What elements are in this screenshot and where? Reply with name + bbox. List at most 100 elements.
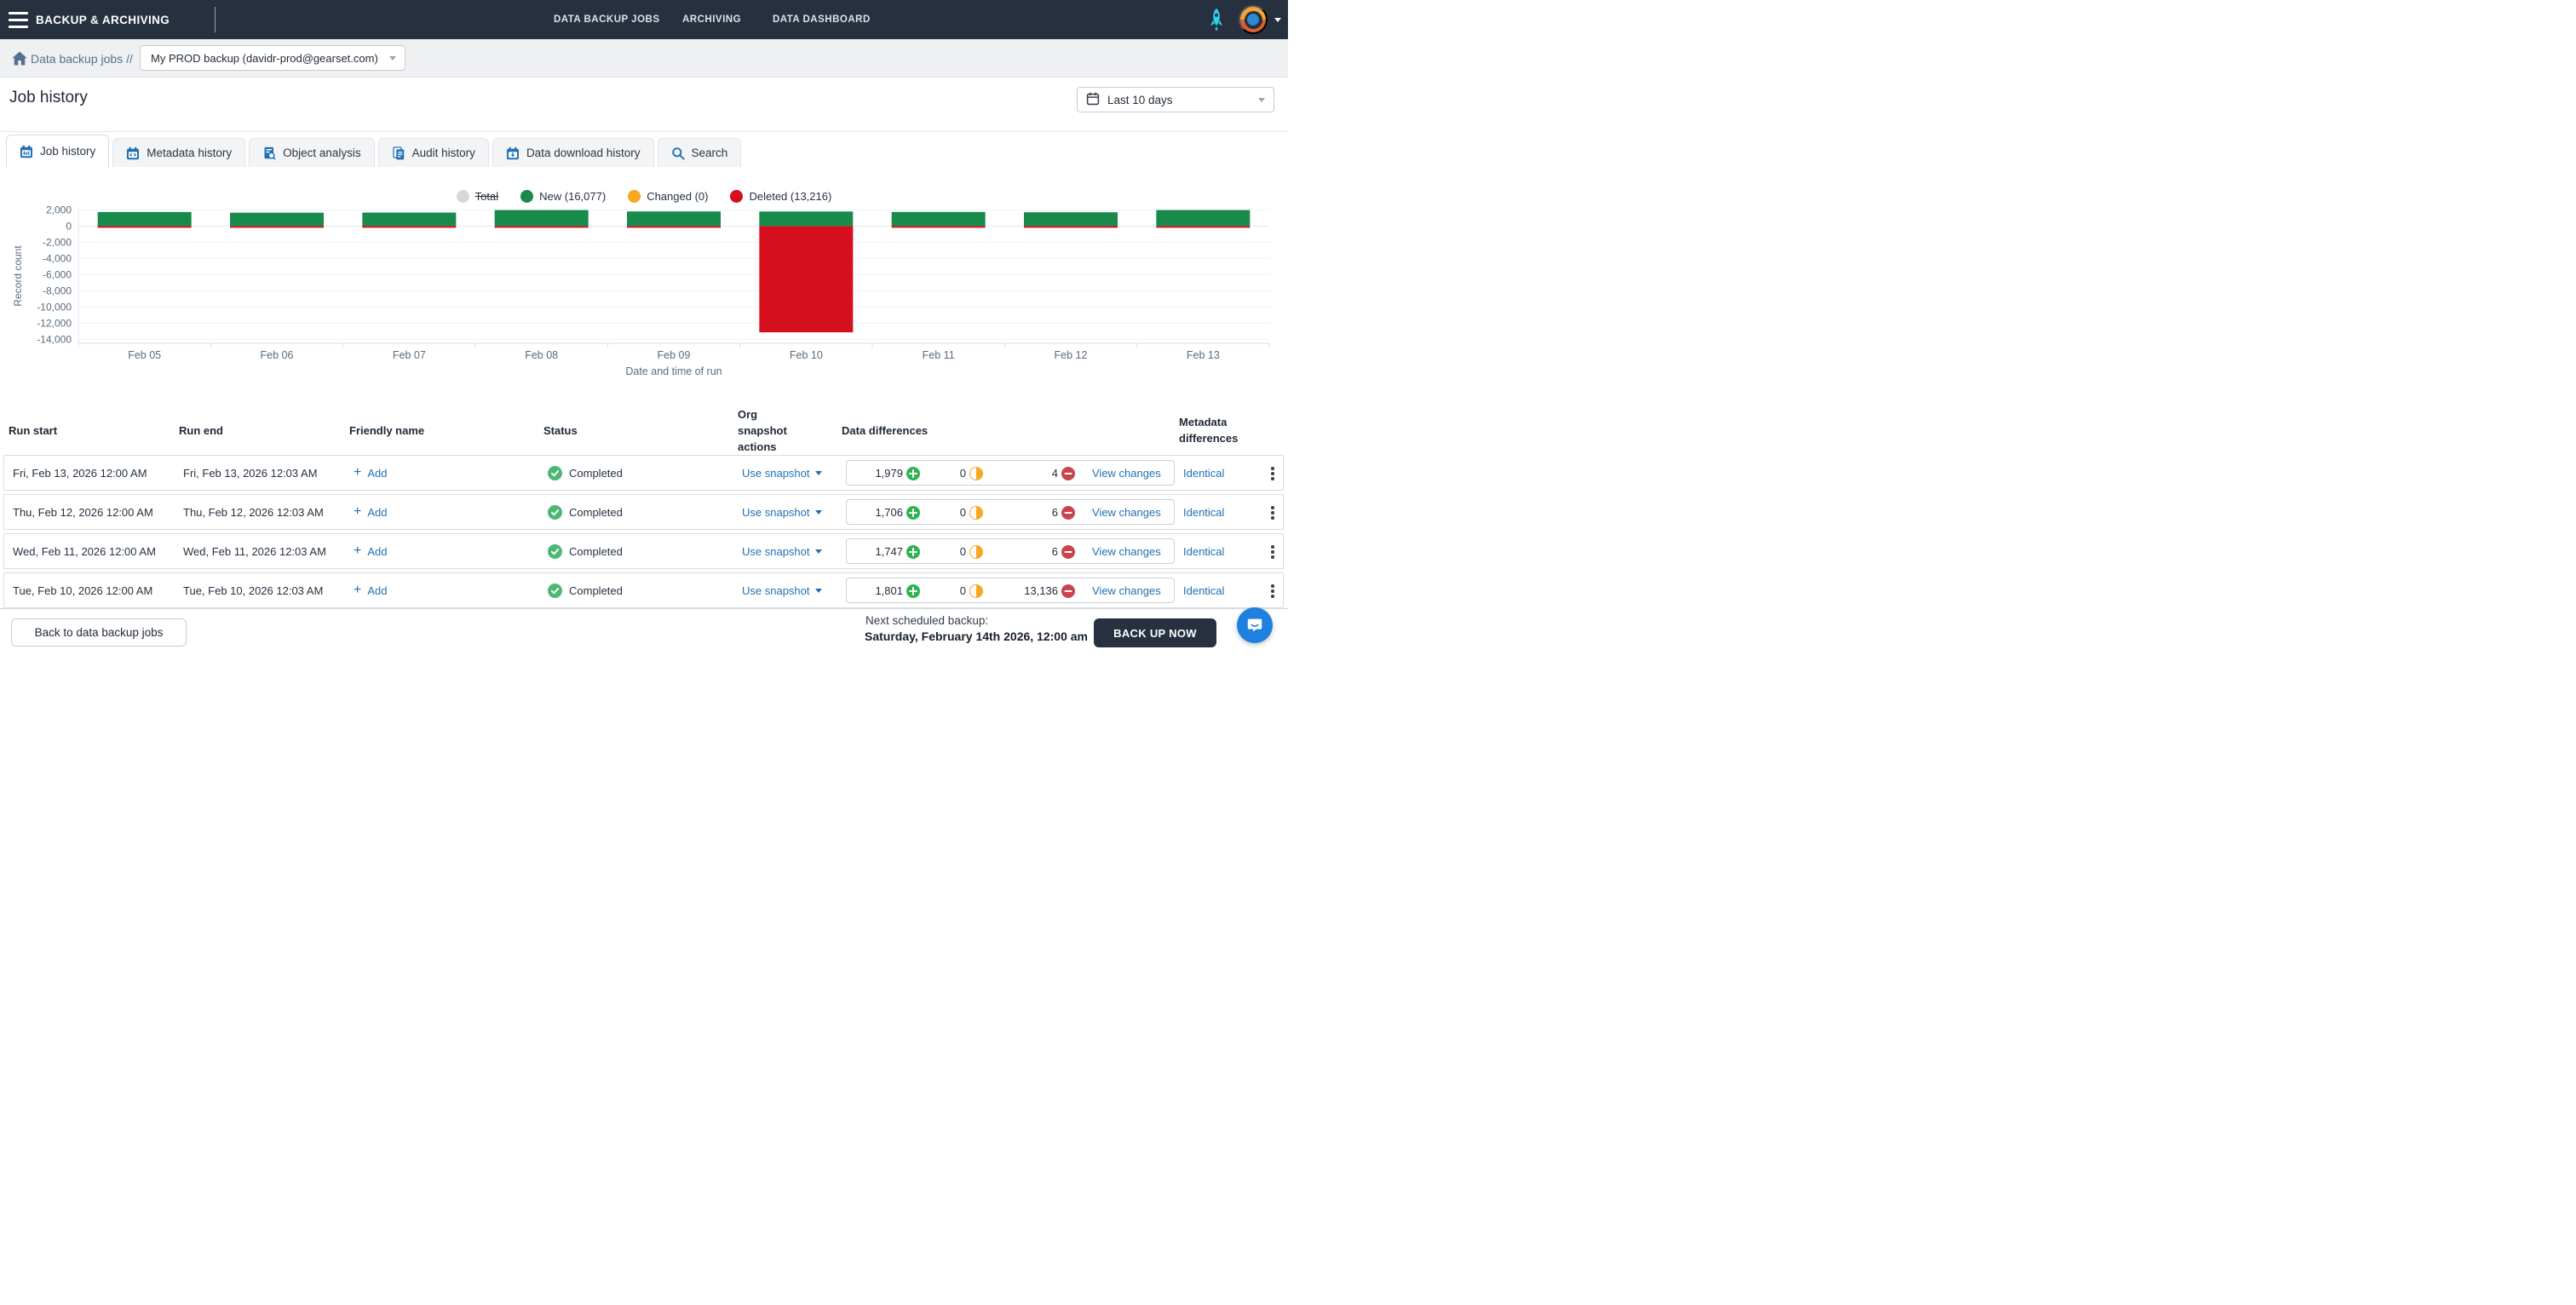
use-snapshot-dropdown[interactable]: Use snapshot bbox=[742, 467, 822, 480]
tab-label: Data download history bbox=[526, 147, 641, 159]
rocket-icon[interactable] bbox=[1206, 8, 1227, 32]
metadata-diff-cell: Identical bbox=[1183, 573, 1224, 607]
deleted-bar-Feb-10[interactable] bbox=[759, 226, 853, 332]
tab-label: Metadata history bbox=[147, 147, 232, 159]
metadata-identical-link[interactable]: Identical bbox=[1183, 506, 1224, 519]
legend-item-deleted[interactable]: Deleted (13,216) bbox=[730, 190, 831, 203]
nav-item-data-dashboard[interactable]: DATA DASHBOARD bbox=[773, 0, 871, 39]
legend-item-new[interactable]: New (16,077) bbox=[520, 190, 606, 203]
view-changes-link[interactable]: View changes bbox=[1092, 467, 1161, 480]
legend-item-changed[interactable]: Changed (0) bbox=[628, 190, 708, 203]
new-bar-Feb-10[interactable] bbox=[759, 211, 853, 226]
chat-widget-button[interactable] bbox=[1237, 607, 1273, 643]
chevron-down-icon bbox=[815, 510, 822, 515]
back-to-jobs-button[interactable]: Back to data backup jobs bbox=[11, 618, 187, 647]
add-friendly-name-link[interactable]: +Add bbox=[354, 505, 387, 519]
tab-object-analysis[interactable]: Object analysis bbox=[249, 138, 375, 167]
plus-icon: + bbox=[354, 505, 361, 519]
friendly-name-cell: +Add bbox=[354, 495, 387, 529]
changed-badge-icon bbox=[969, 506, 983, 520]
job-selector-value: My PROD backup (davidr-prod@gearset.com) bbox=[151, 52, 389, 65]
deleted-badge-icon bbox=[1061, 584, 1075, 598]
gearset-logo-avatar[interactable] bbox=[1239, 5, 1268, 34]
tab-metadata-history[interactable]: Metadata history bbox=[112, 138, 245, 167]
add-friendly-name-link[interactable]: +Add bbox=[354, 544, 387, 558]
row-menu-kebab-icon[interactable] bbox=[1263, 501, 1282, 525]
status-text: Completed bbox=[569, 506, 623, 519]
doc-copy-icon bbox=[392, 147, 405, 160]
deleted-bar-Feb-05[interactable] bbox=[98, 226, 192, 227]
back-up-now-button[interactable]: BACK UP NOW bbox=[1094, 618, 1216, 647]
add-friendly-name-link[interactable]: +Add bbox=[354, 466, 387, 480]
added-badge-icon bbox=[906, 506, 920, 520]
x-axis-tick-label: Feb 12 bbox=[1055, 349, 1088, 361]
snapshot-cell: Use snapshot bbox=[742, 534, 822, 568]
y-axis-tick-label: -6,000 bbox=[43, 268, 72, 280]
tab-search[interactable]: Search bbox=[658, 138, 742, 167]
home-icon[interactable] bbox=[12, 51, 27, 70]
new-bar-Feb-07[interactable] bbox=[362, 213, 456, 227]
deleted-count: 6 bbox=[986, 500, 1058, 524]
deleted-bar-Feb-06[interactable] bbox=[230, 226, 324, 227]
added-badge-icon bbox=[906, 467, 920, 480]
use-snapshot-dropdown[interactable]: Use snapshot bbox=[742, 545, 822, 558]
legend-item-total[interactable]: Total bbox=[457, 190, 498, 203]
tab-audit-history[interactable]: Audit history bbox=[378, 138, 489, 167]
view-changes-link[interactable]: View changes bbox=[1092, 506, 1161, 519]
new-bar-Feb-12[interactable] bbox=[1024, 212, 1118, 226]
view-changes-link[interactable]: View changes bbox=[1092, 545, 1161, 558]
metadata-identical-link[interactable]: Identical bbox=[1183, 545, 1224, 558]
date-range-dropdown[interactable]: Last 10 days bbox=[1077, 87, 1274, 112]
snapshot-cell: Use snapshot bbox=[742, 456, 822, 490]
new-bar-Feb-06[interactable] bbox=[230, 213, 324, 227]
check-circle-icon bbox=[548, 466, 562, 480]
status-text: Completed bbox=[569, 545, 623, 558]
data-differences-box: 1,979 0 4 View changes bbox=[846, 460, 1175, 486]
date-range-value: Last 10 days bbox=[1107, 94, 1251, 106]
job-run-row: Thu, Feb 12, 2026 12:00 AM Thu, Feb 12, … bbox=[3, 494, 1284, 530]
metadata-identical-link[interactable]: Identical bbox=[1183, 584, 1224, 597]
column-header-status: Status bbox=[543, 417, 637, 444]
deleted-bar-Feb-07[interactable] bbox=[362, 226, 456, 227]
tab-label: Object analysis bbox=[283, 147, 361, 159]
new-bar-Feb-11[interactable] bbox=[892, 212, 986, 227]
new-bar-Feb-05[interactable] bbox=[98, 212, 192, 227]
row-menu-kebab-icon[interactable] bbox=[1263, 462, 1282, 486]
search-icon bbox=[671, 147, 685, 160]
chevron-down-icon bbox=[389, 56, 396, 60]
y-axis-title: Record count bbox=[12, 245, 24, 307]
tab-job-history[interactable]: Job history bbox=[6, 135, 109, 167]
deleted-bar-Feb-09[interactable] bbox=[627, 226, 721, 227]
use-snapshot-dropdown[interactable]: Use snapshot bbox=[742, 584, 822, 597]
chevron-down-icon bbox=[1258, 98, 1265, 102]
friendly-name-cell: +Add bbox=[354, 534, 387, 568]
metadata-diff-cell: Identical bbox=[1183, 495, 1224, 529]
deleted-bar-Feb-12[interactable] bbox=[1024, 226, 1118, 227]
hamburger-menu-icon[interactable] bbox=[9, 12, 29, 28]
deleted-bar-Feb-11[interactable] bbox=[892, 226, 986, 227]
add-friendly-name-link[interactable]: +Add bbox=[354, 584, 387, 597]
calendar-download-icon bbox=[506, 147, 520, 160]
new-bar-Feb-08[interactable] bbox=[495, 210, 589, 227]
row-menu-kebab-icon[interactable] bbox=[1263, 579, 1282, 603]
tab-label: Job history bbox=[40, 145, 95, 158]
metadata-identical-link[interactable]: Identical bbox=[1183, 467, 1224, 480]
deleted-count: 4 bbox=[986, 461, 1058, 485]
nav-item-data-backup-jobs[interactable]: DATA BACKUP JOBS bbox=[554, 0, 660, 39]
new-bar-Feb-13[interactable] bbox=[1156, 210, 1250, 227]
row-menu-kebab-icon[interactable] bbox=[1263, 540, 1282, 564]
nav-item-archiving[interactable]: ARCHIVING bbox=[682, 0, 741, 39]
tab-data-download-history[interactable]: Data download history bbox=[492, 138, 654, 167]
use-snapshot-dropdown[interactable]: Use snapshot bbox=[742, 506, 822, 519]
job-selector-dropdown[interactable]: My PROD backup (davidr-prod@gearset.com) bbox=[140, 45, 405, 71]
deleted-bar-Feb-08[interactable] bbox=[495, 226, 589, 227]
y-axis-tick-label: -2,000 bbox=[43, 236, 72, 248]
job-run-row: Fri, Feb 13, 2026 12:00 AM Fri, Feb 13, … bbox=[3, 455, 1284, 491]
deleted-bar-Feb-13[interactable] bbox=[1156, 226, 1250, 227]
legend-dot-icon bbox=[457, 190, 469, 203]
snapshot-cell: Use snapshot bbox=[742, 495, 822, 529]
new-bar-Feb-09[interactable] bbox=[627, 211, 721, 226]
view-changes-link[interactable]: View changes bbox=[1092, 584, 1161, 597]
breadcrumb-section[interactable]: Data backup jobs // bbox=[31, 39, 133, 78]
account-menu-caret-icon[interactable] bbox=[1274, 18, 1281, 22]
